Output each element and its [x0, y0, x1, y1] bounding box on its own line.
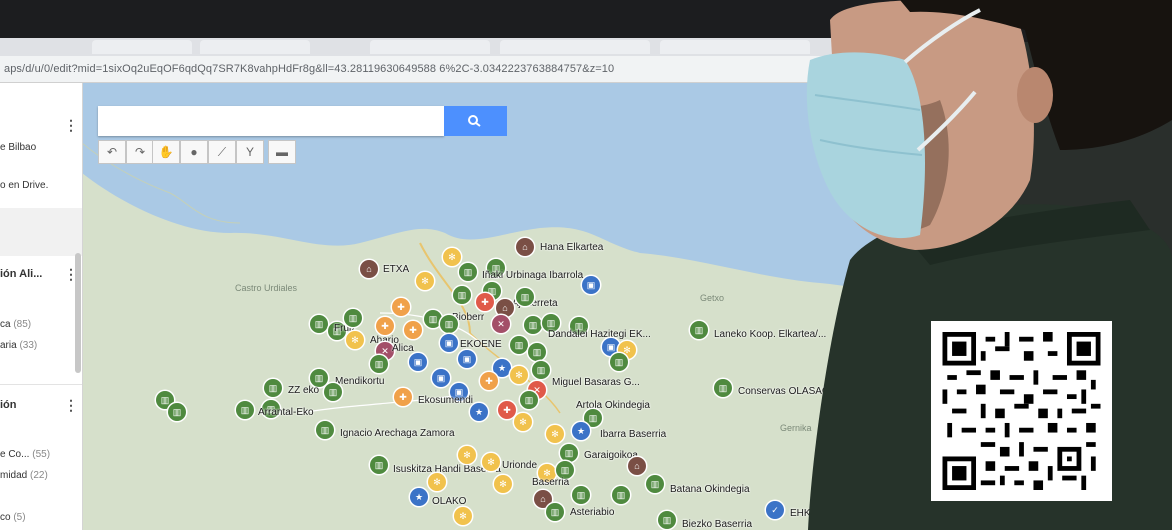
- qr-code-pattern: [942, 332, 1101, 490]
- photo: aps/d/u/0/edit?mid=1sixOq2uEqOF6qdQq7SR7…: [0, 0, 1172, 530]
- qr-code[interactable]: [931, 321, 1112, 501]
